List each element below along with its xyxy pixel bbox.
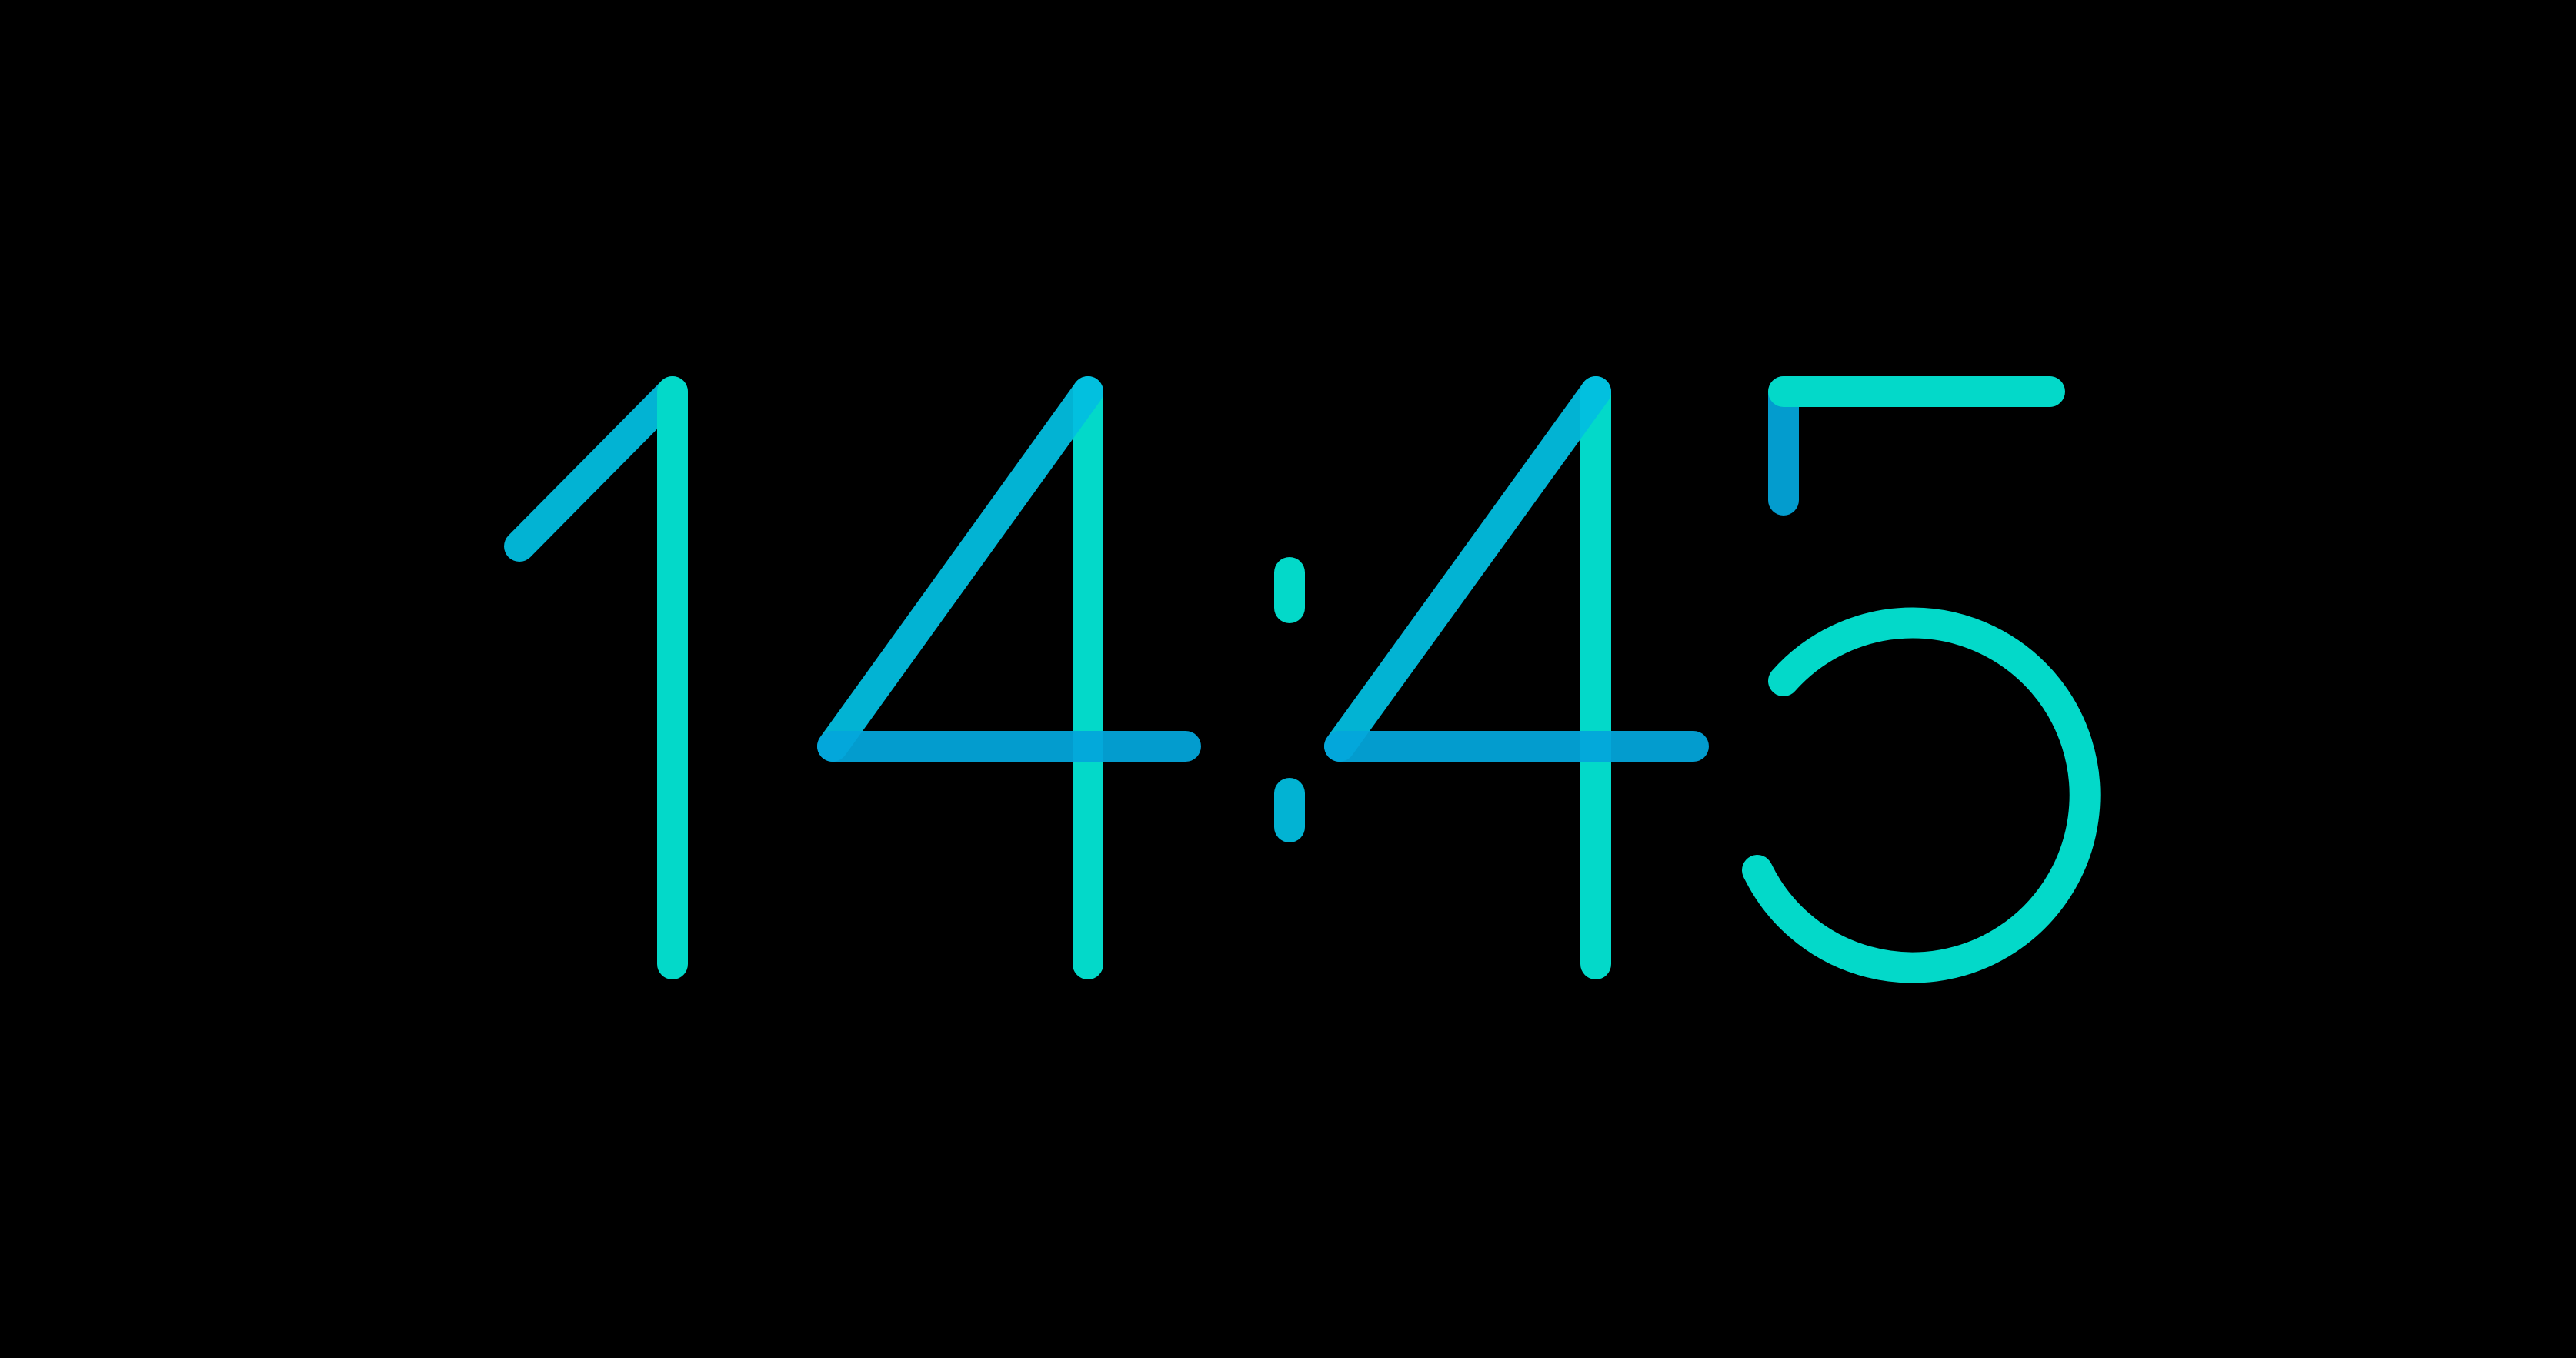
digit-4-diagonal-stroke: [817, 376, 1103, 762]
digit-hour-ones: [817, 376, 1201, 979]
digit-5-bowl-stroke: [1742, 607, 2101, 983]
digit-minute-ones: [1742, 376, 2101, 983]
clock-screen: 14:45: [0, 0, 2576, 1358]
digit-hour-tens: [504, 376, 688, 979]
clock-display: [504, 376, 2101, 983]
digit-minute-tens: [1324, 376, 1709, 979]
digit-1-diagonal-stroke: [504, 376, 688, 562]
digit-4-diagonal-stroke: [1324, 376, 1611, 762]
